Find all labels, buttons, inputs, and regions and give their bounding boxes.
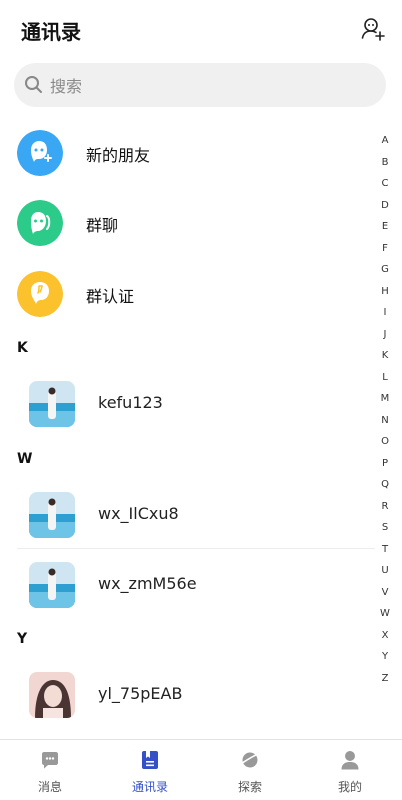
section-header-k: K — [17, 340, 28, 356]
index-letter[interactable]: F — [376, 238, 394, 260]
contact-name: wx_zmM56e — [98, 574, 197, 593]
index-letter[interactable]: T — [376, 539, 394, 561]
index-letter[interactable]: O — [376, 431, 394, 453]
index-letter[interactable]: C — [376, 173, 394, 195]
contact-item[interactable]: yl_75pEAB — [0, 672, 370, 732]
search-icon — [25, 76, 42, 93]
contact-item[interactable]: wx_IlCxu8 — [0, 492, 370, 552]
contact-name: wx_IlCxu8 — [98, 504, 179, 523]
header: 通讯录 — [0, 0, 402, 60]
index-letter[interactable]: E — [376, 216, 394, 238]
alphabet-index[interactable]: A B C D E F G H I J K L M N O P Q R S T … — [376, 130, 394, 689]
index-letter[interactable]: A — [376, 130, 394, 152]
index-letter[interactable]: H — [376, 281, 394, 303]
index-letter[interactable]: G — [376, 259, 394, 281]
tab-label: 我的 — [337, 780, 362, 794]
index-letter[interactable]: P — [376, 453, 394, 475]
index-letter[interactable]: V — [376, 582, 394, 604]
tab-label: 探索 — [237, 780, 262, 794]
contact-item[interactable]: wx_zmM56e — [0, 562, 370, 622]
avatar — [29, 672, 75, 718]
tab-label: 通讯录 — [131, 780, 168, 794]
index-letter[interactable]: J — [376, 324, 394, 346]
index-letter[interactable]: I — [376, 302, 394, 324]
avatar — [29, 492, 75, 538]
section-header-w: W — [17, 451, 33, 467]
group-verify-label: 群认证 — [86, 287, 135, 306]
new-friends-label: 新的朋友 — [86, 146, 151, 165]
index-letter[interactable]: Z — [376, 668, 394, 690]
index-letter[interactable]: K — [376, 345, 394, 367]
index-letter[interactable]: U — [376, 560, 394, 582]
new-friends-icon — [17, 130, 63, 176]
avatar — [29, 562, 75, 608]
index-letter[interactable]: R — [376, 496, 394, 518]
divider — [17, 548, 375, 549]
tab-explore[interactable]: 探索 — [200, 740, 300, 800]
person-icon — [341, 751, 359, 770]
search-bar[interactable] — [14, 63, 386, 109]
index-letter[interactable]: N — [376, 410, 394, 432]
chat-icon — [42, 752, 58, 769]
group-chat-label: 群聊 — [86, 216, 119, 235]
section-header-y: Y — [17, 631, 28, 647]
index-letter[interactable]: D — [376, 195, 394, 217]
index-letter[interactable]: Y — [376, 646, 394, 668]
group-verify-item[interactable]: 群认证 — [0, 267, 370, 337]
page-title: 通讯录 — [21, 20, 81, 44]
index-letter[interactable]: M — [376, 388, 394, 410]
index-letter[interactable]: S — [376, 517, 394, 539]
group-verify-icon — [17, 271, 63, 317]
add-friend-icon[interactable] — [360, 16, 386, 42]
contact-name: yl_75pEAB — [98, 684, 183, 703]
contact-item[interactable]: kefu123 — [0, 381, 370, 441]
index-letter[interactable]: B — [376, 152, 394, 174]
avatar — [29, 381, 75, 427]
bottom-tab-bar: 消息 通讯录 探索 我的 — [0, 739, 402, 800]
index-letter[interactable]: Q — [376, 474, 394, 496]
group-chat-item[interactable]: 群聊 — [0, 196, 370, 266]
index-letter[interactable]: W — [376, 603, 394, 625]
planet-icon — [240, 752, 260, 768]
tab-label: 消息 — [37, 780, 62, 794]
search-input[interactable] — [48, 63, 372, 109]
contacts-icon — [142, 751, 158, 769]
tab-me[interactable]: 我的 — [300, 740, 400, 800]
tab-messages[interactable]: 消息 — [0, 740, 100, 800]
index-letter[interactable]: X — [376, 625, 394, 647]
index-letter[interactable]: L — [376, 367, 394, 389]
tab-contacts[interactable]: 通讯录 — [100, 740, 200, 800]
contact-name: kefu123 — [98, 393, 163, 412]
group-chat-icon — [17, 200, 63, 246]
new-friends-item[interactable]: 新的朋友 — [0, 126, 370, 196]
